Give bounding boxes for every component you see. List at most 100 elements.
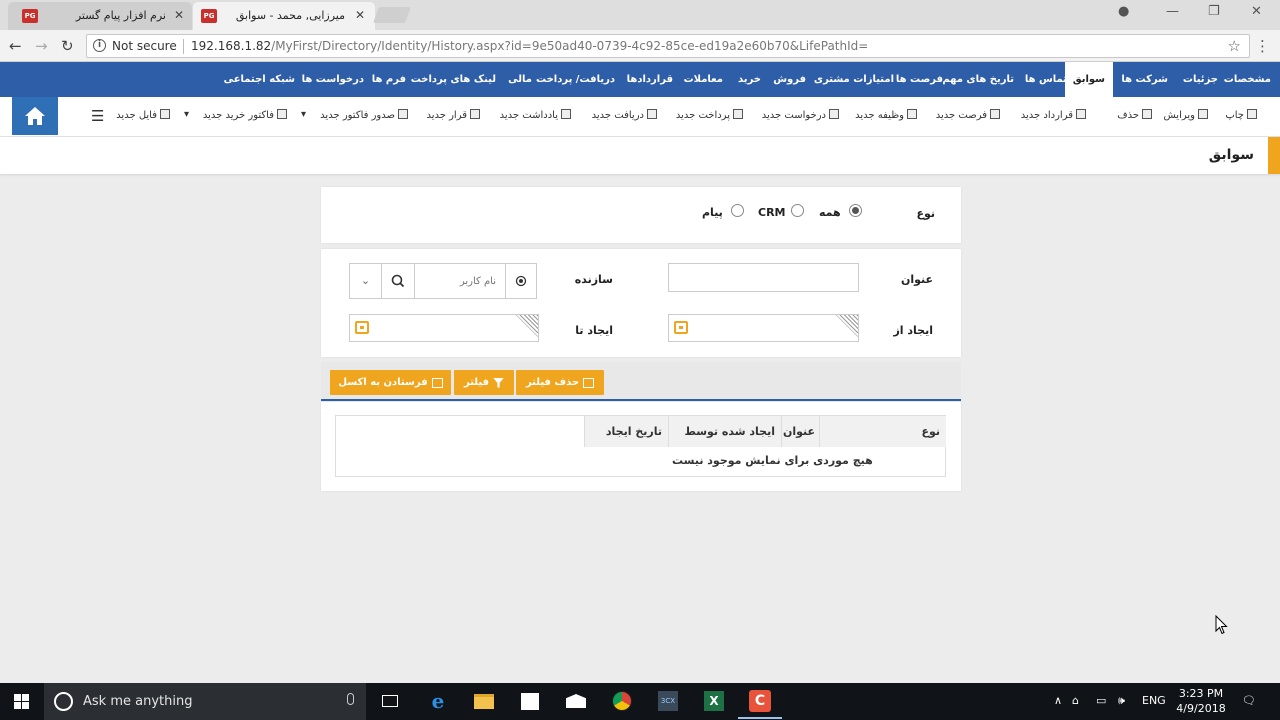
nav-item-sales[interactable]: فروش (773, 62, 806, 97)
forward-icon[interactable]: → (35, 37, 48, 55)
nav-item-receive-pay[interactable]: دریافت/ پرداخت (536, 62, 615, 97)
search-fields-panel: عنوان سازنده ⌄ ایجاد از ایجاد تا (321, 249, 961, 357)
task-view-icon[interactable] (377, 689, 403, 713)
camtasia-icon[interactable]: C (738, 689, 782, 719)
creator-label: سازنده (574, 273, 613, 286)
nav-item-details[interactable]: جزئیات (1183, 62, 1218, 97)
hamburger-menu-icon[interactable]: ☰ (91, 107, 104, 125)
nav-item-contracts[interactable]: قراردادها (627, 62, 673, 97)
notifications-icon[interactable]: 🗨 (1242, 694, 1256, 707)
close-window-icon[interactable]: ✕ (1251, 4, 1262, 19)
new-receipt-label: دریافت جدید (591, 110, 644, 121)
new-payment-button[interactable]: پرداخت جدید (676, 109, 743, 121)
nav-item-companies[interactable]: شرکت ها (1121, 62, 1168, 97)
type-radio-all[interactable] (849, 204, 862, 217)
delete-label: حذف (1117, 110, 1139, 121)
creator-input[interactable] (416, 265, 504, 297)
nav-item-purchase[interactable]: خرید (738, 62, 761, 97)
new-contract-button[interactable]: قرارداد جدید (1021, 109, 1086, 121)
edge-icon[interactable]: e (425, 689, 451, 713)
calendar-icon[interactable] (355, 321, 369, 334)
home-button[interactable] (12, 97, 58, 135)
nav-item-deals[interactable]: معاملات (684, 62, 723, 97)
created-from-date[interactable] (668, 314, 859, 342)
store-icon[interactable] (517, 689, 543, 713)
minimize-icon[interactable]: — (1166, 4, 1179, 19)
column-header-created-by[interactable]: ایجاد شده توسط (668, 416, 781, 447)
info-icon[interactable]: i (93, 39, 106, 52)
browser-menu-icon[interactable]: ⋮ (1255, 37, 1270, 55)
language-indicator[interactable]: ENG (1142, 694, 1166, 707)
creator-dropdown-button[interactable]: ⌄ (350, 264, 382, 298)
delete-button[interactable]: حذف (1117, 109, 1152, 121)
created-to-date[interactable] (349, 314, 539, 342)
display-icon[interactable]: ▭ (1096, 694, 1106, 707)
clear-filter-button[interactable]: حذف فیلتر (516, 370, 604, 395)
purchase-invoice-dropdown-caret[interactable]: ▾ (184, 109, 189, 120)
volume-icon[interactable]: 🕪 (1118, 694, 1125, 708)
type-radio-crm[interactable] (791, 204, 804, 217)
nav-item-social[interactable]: شبکه اجتماعی (224, 62, 295, 97)
microphone-icon[interactable] (347, 693, 354, 705)
nav-item-profile[interactable]: مشخصات (1224, 62, 1271, 97)
close-tab-icon[interactable]: ✕ (174, 8, 184, 22)
nav-item-finance[interactable]: مالی (508, 62, 532, 97)
profile-icon[interactable]: ● (1118, 4, 1129, 19)
back-icon[interactable]: ← (9, 37, 22, 55)
title-input[interactable] (668, 263, 859, 292)
excel-app-icon[interactable]: X (701, 689, 727, 713)
close-tab-icon[interactable]: ✕ (355, 8, 365, 22)
new-receipt-button[interactable]: دریافت جدید (592, 109, 657, 121)
calendar-icon[interactable] (674, 321, 688, 334)
new-opportunity-button[interactable]: فرصت جدید (936, 109, 1000, 121)
pg-favicon-icon: PG (201, 9, 217, 23)
bookmark-star-icon[interactable]: ☆ (1228, 37, 1241, 55)
new-note-button[interactable]: یادداشت جدید (500, 109, 571, 121)
new-purchase-invoice-button[interactable]: فاکتور خرید جدید (203, 109, 287, 121)
column-header-created-date[interactable]: تاریخ ایجاد (584, 416, 668, 447)
file-explorer-icon[interactable] (471, 689, 497, 713)
taskbar-search[interactable]: Ask me anything (44, 683, 366, 720)
chrome-icon[interactable] (609, 689, 635, 713)
nav-item-history[interactable]: سوابق (1064, 62, 1113, 97)
export-excel-button[interactable]: فرستادن به اکسل (330, 370, 451, 395)
new-invoice-button[interactable]: صدور فاکتور جدید (320, 109, 408, 121)
new-tab-button[interactable] (373, 7, 411, 23)
taskbar-clock[interactable]: 3:23 PM 4/9/2018 (1176, 686, 1226, 716)
target-icon[interactable] (505, 264, 536, 298)
nav-item-calls[interactable]: تماس ها (1025, 62, 1067, 97)
nav-item-opportunities[interactable]: فرصت ها (896, 62, 943, 97)
nav-item-customer-points[interactable]: امتیازات مشتری (814, 62, 894, 97)
windows-start-icon[interactable] (14, 694, 30, 710)
payment-icon (733, 109, 743, 119)
url-text[interactable]: 192.168.1.82/MyFirst/Directory/Identity/… (191, 39, 868, 53)
new-appointment-button[interactable]: قرار جدید (426, 109, 480, 121)
new-task-button[interactable]: وظیفه جدید (855, 109, 917, 121)
invoice-dropdown-caret[interactable]: ▾ (301, 109, 306, 120)
tray-overflow-icon[interactable]: ∧ (1054, 694, 1062, 707)
filter-button[interactable]: فیلتر (454, 370, 514, 395)
column-header-type[interactable]: نوع (819, 416, 945, 447)
creator-search-button[interactable] (382, 264, 415, 298)
mail-icon[interactable] (563, 689, 589, 713)
new-file-button[interactable]: فایل جدید (116, 109, 170, 121)
browser-tab-1[interactable]: PG نرم افزار پیام گستر ✕ (8, 2, 192, 30)
3cx-icon[interactable]: 3CX (655, 689, 681, 713)
address-bar[interactable]: i Not secure 192.168.1.82/MyFirst/Direct… (86, 34, 1250, 58)
column-header-title[interactable]: عنوان (781, 416, 819, 447)
network-icon[interactable]: ⌂ (1072, 694, 1079, 707)
edit-button[interactable]: ویرایش (1164, 109, 1208, 121)
print-button[interactable]: چاپ (1225, 109, 1257, 121)
appointment-icon (470, 109, 480, 119)
type-radio-message[interactable] (731, 204, 744, 217)
nav-item-requests[interactable]: درخواست ها (302, 62, 364, 97)
new-request-button[interactable]: درخواست جدید (762, 109, 839, 121)
nav-item-forms[interactable]: فرم ها (372, 62, 406, 97)
nav-item-important-dates[interactable]: تاریخ های مهم (942, 62, 1014, 97)
browser-tab-2[interactable]: PG میرزایی, محمد - سوابق ✕ (193, 2, 375, 30)
page-title-bar: سوابق (0, 137, 1280, 174)
nav-item-payment-links[interactable]: لینک های پرداخت (411, 62, 496, 97)
new-invoice-label: صدور فاکتور جدید (320, 110, 395, 121)
restore-icon[interactable]: ❐ (1208, 4, 1220, 19)
reload-icon[interactable]: ↻ (61, 37, 74, 55)
